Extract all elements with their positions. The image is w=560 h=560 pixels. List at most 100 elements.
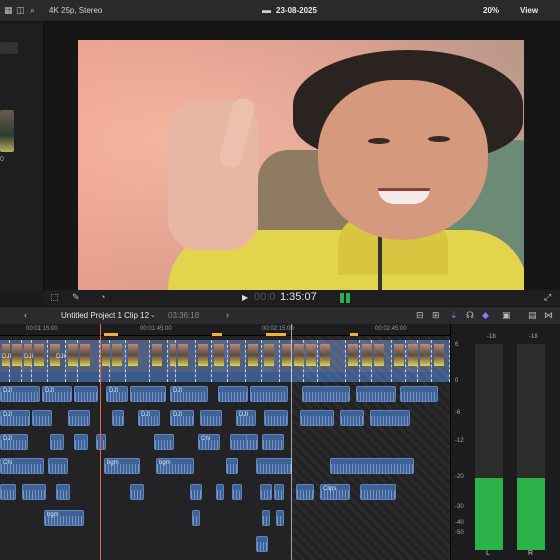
audio-clip[interactable]	[48, 458, 68, 474]
audio-clip[interactable]: DJI	[0, 410, 30, 426]
storyline-clip[interactable]	[212, 340, 228, 382]
audio-clip[interactable]: DJI	[0, 434, 28, 450]
audio-clip[interactable]	[340, 410, 364, 426]
audio-clip[interactable]	[154, 434, 174, 450]
tools-icon[interactable]: ✎	[72, 292, 80, 303]
sidebar-toggle-icon[interactable]: ▦	[4, 5, 13, 16]
speed-icon[interactable]: ◔	[100, 292, 105, 302]
storyline-clip[interactable]	[110, 340, 126, 382]
audio-clip[interactable]: Chi	[0, 458, 44, 474]
zoom-dropdown[interactable]: 20%	[483, 6, 499, 15]
audio-clip[interactable]: bgm	[44, 510, 84, 526]
audio-clip[interactable]	[264, 410, 288, 426]
audio-clip[interactable]	[400, 386, 438, 402]
solo-icon[interactable]: ◆	[482, 310, 489, 321]
view-dropdown[interactable]: View	[520, 6, 538, 15]
audio-clip[interactable]	[262, 510, 270, 526]
effects-icon[interactable]: ▤	[528, 310, 537, 321]
timeline-ruler[interactable]: 00:01:15:00 00:01:45:00 00:02:15:00 00:0…	[0, 324, 450, 336]
transitions-icon[interactable]: ⋈	[544, 310, 553, 321]
storyline-clip[interactable]	[196, 340, 212, 382]
audio-clip[interactable]	[360, 484, 396, 500]
audio-clip[interactable]: DJI	[42, 386, 72, 402]
audio-clip[interactable]	[190, 484, 202, 500]
audio-clip[interactable]	[74, 434, 88, 450]
audio-clip[interactable]	[56, 484, 70, 500]
audio-clip[interactable]: DJI	[138, 410, 160, 426]
audio-clip[interactable]	[68, 410, 90, 426]
audio-skimming-icon[interactable]: ☊	[466, 310, 474, 321]
snapping-icon[interactable]: ⇣	[450, 310, 458, 321]
storyline-clip[interactable]	[78, 340, 100, 382]
audio-clip[interactable]	[262, 434, 284, 450]
back-arrow-icon[interactable]: ‹	[24, 310, 27, 320]
audio-clip[interactable]	[32, 410, 52, 426]
audio-clip[interactable]	[216, 484, 224, 500]
storyline-clip[interactable]	[168, 340, 180, 382]
storyline-clip[interactable]	[126, 340, 150, 382]
audio-clip[interactable]	[302, 386, 350, 402]
audio-clip[interactable]	[274, 484, 284, 500]
audio-clip[interactable]	[0, 484, 16, 500]
audio-clip[interactable]	[256, 536, 268, 552]
audio-clip[interactable]	[50, 434, 64, 450]
clip-appearance-icon[interactable]: ⊟	[416, 310, 424, 321]
audio-clip[interactable]	[256, 458, 292, 474]
project-name[interactable]: Untitled Project 1 Clip 12	[61, 311, 149, 320]
play-button[interactable]: ▶	[242, 293, 248, 302]
audio-clip[interactable]	[218, 386, 248, 402]
fullscreen-icon[interactable]: ⤢	[544, 292, 551, 303]
storyline-clip[interactable]	[0, 340, 12, 382]
audio-clip[interactable]	[246, 434, 258, 450]
audio-clip[interactable]: bgm	[104, 458, 140, 474]
audio-clip[interactable]: DJI	[0, 386, 40, 402]
audio-clip[interactable]	[296, 484, 314, 500]
forward-arrow-icon[interactable]: ›	[226, 310, 229, 320]
audio-clip[interactable]	[250, 386, 288, 402]
browser-view-icon[interactable]: ◫	[16, 5, 25, 16]
storyline-clip[interactable]	[10, 340, 22, 382]
audio-clip[interactable]	[200, 410, 222, 426]
audio-clip[interactable]	[130, 484, 144, 500]
storyline-clip[interactable]	[66, 340, 78, 382]
search-icon[interactable]: ⌕	[30, 5, 35, 16]
timeline[interactable]: DJI DJI DJI DJI DJI DJI DJI DJI DJI DJI DJI DJI Chi…	[0, 336, 450, 560]
audio-clip[interactable]	[232, 484, 242, 500]
storyline-clip[interactable]	[176, 340, 196, 382]
audio-clip[interactable]	[300, 410, 334, 426]
audio-clip[interactable]	[226, 458, 238, 474]
video-frame[interactable]	[78, 40, 524, 290]
browser-search-field[interactable]	[0, 42, 18, 54]
audio-clip[interactable]	[130, 386, 166, 402]
trim-icon[interactable]: ⊞	[432, 310, 440, 321]
audio-clip[interactable]: bgm	[156, 458, 194, 474]
audio-clip[interactable]	[260, 484, 272, 500]
audio-clip[interactable]	[330, 458, 414, 474]
audio-clip[interactable]: DJI	[170, 386, 208, 402]
storyline-clip[interactable]	[150, 340, 168, 382]
clip-thumbnail[interactable]	[0, 110, 14, 152]
storyline-clip[interactable]	[48, 340, 66, 382]
audio-clip[interactable]	[112, 410, 124, 426]
inspector-icon[interactable]: ▣	[502, 310, 511, 321]
audio-clip[interactable]: DJI	[236, 410, 256, 426]
audio-clip[interactable]	[370, 410, 410, 426]
audio-clip[interactable]	[276, 510, 284, 526]
storyline-clip[interactable]	[262, 340, 280, 382]
storyline-clip[interactable]	[100, 340, 112, 382]
storyline-clip[interactable]	[246, 340, 262, 382]
storyline-clip[interactable]	[32, 340, 48, 382]
audio-clip[interactable]: DJI	[170, 410, 194, 426]
audio-clip[interactable]	[74, 386, 98, 402]
audio-clip[interactable]: Chi	[198, 434, 220, 450]
audio-clip[interactable]	[22, 484, 46, 500]
audio-clip[interactable]: DJI	[106, 386, 128, 402]
playhead[interactable]	[100, 324, 101, 560]
chevron-down-icon[interactable]: ⌄	[150, 311, 156, 319]
storyline-clip[interactable]	[22, 340, 34, 382]
transform-icon[interactable]: ⬚	[50, 292, 59, 303]
audio-clip[interactable]	[356, 386, 396, 402]
audio-clip[interactable]: Clips	[320, 484, 350, 500]
storyline-clip[interactable]	[228, 340, 246, 382]
audio-clip[interactable]	[192, 510, 200, 526]
